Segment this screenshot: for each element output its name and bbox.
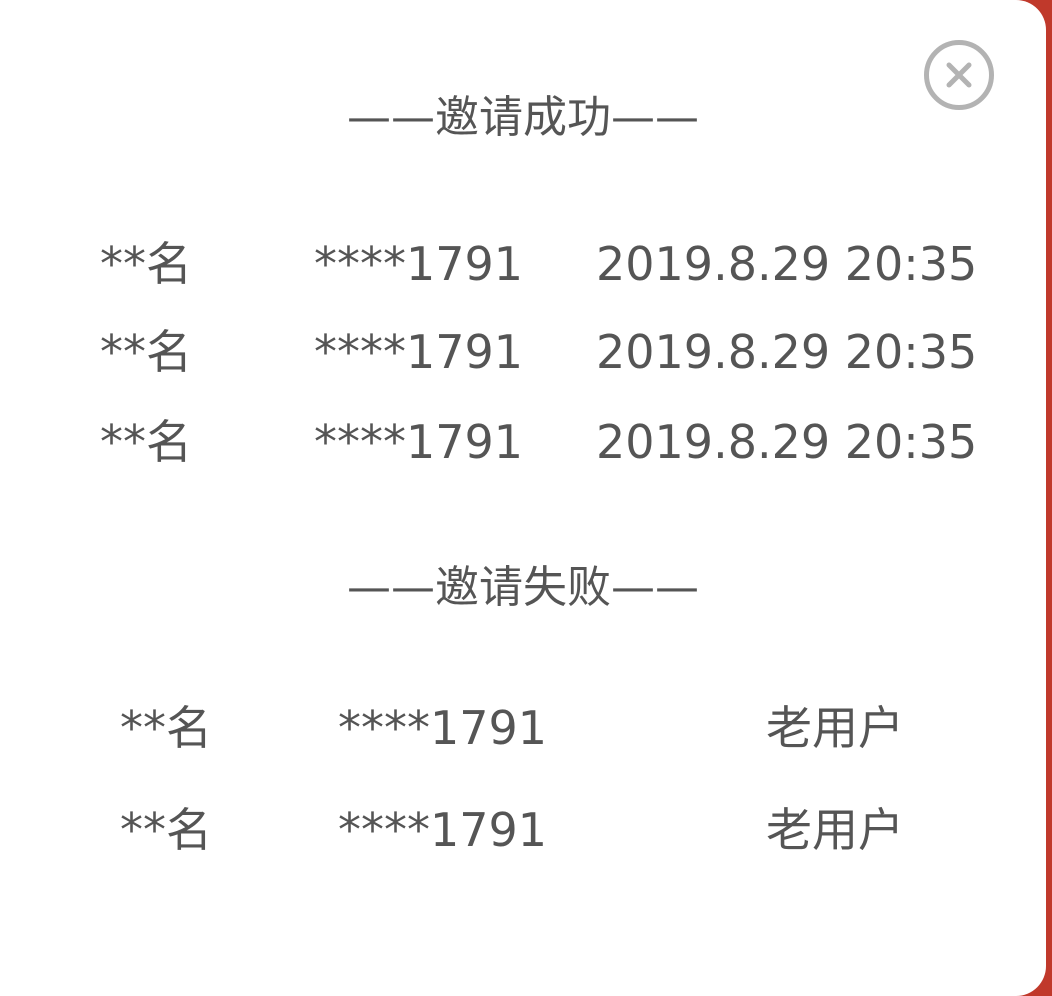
user-name: **名 bbox=[100, 237, 192, 291]
invite-time: 2019.8.29 20:35 bbox=[596, 237, 978, 291]
user-phone: ****1791 bbox=[314, 415, 524, 469]
user-phone: ****1791 bbox=[314, 325, 524, 379]
close-icon bbox=[946, 62, 972, 88]
failure-row: **名 ****1791 老用户 bbox=[0, 700, 1046, 756]
invite-time: 2019.8.29 20:35 bbox=[596, 325, 978, 379]
invite-result-dialog: ——邀请成功—— **名 ****1791 2019.8.29 20:35 **… bbox=[0, 0, 1046, 996]
success-row: **名 ****1791 2019.8.29 20:35 bbox=[0, 236, 1046, 292]
success-section-title: ——邀请成功—— bbox=[347, 92, 699, 143]
user-phone: ****1791 bbox=[338, 701, 548, 755]
user-name: **名 bbox=[120, 803, 212, 857]
failure-reason: 老用户 bbox=[766, 803, 904, 857]
success-row: **名 ****1791 2019.8.29 20:35 bbox=[0, 324, 1046, 380]
failure-row: **名 ****1791 老用户 bbox=[0, 802, 1046, 858]
user-phone: ****1791 bbox=[338, 803, 548, 857]
user-name: **名 bbox=[100, 415, 192, 469]
user-name: **名 bbox=[120, 701, 212, 755]
success-row: **名 ****1791 2019.8.29 20:35 bbox=[0, 414, 1046, 470]
failure-reason: 老用户 bbox=[766, 701, 904, 755]
failure-section-title: ——邀请失败—— bbox=[347, 562, 699, 613]
invite-time: 2019.8.29 20:35 bbox=[596, 415, 978, 469]
user-name: **名 bbox=[100, 325, 192, 379]
user-phone: ****1791 bbox=[314, 237, 524, 291]
